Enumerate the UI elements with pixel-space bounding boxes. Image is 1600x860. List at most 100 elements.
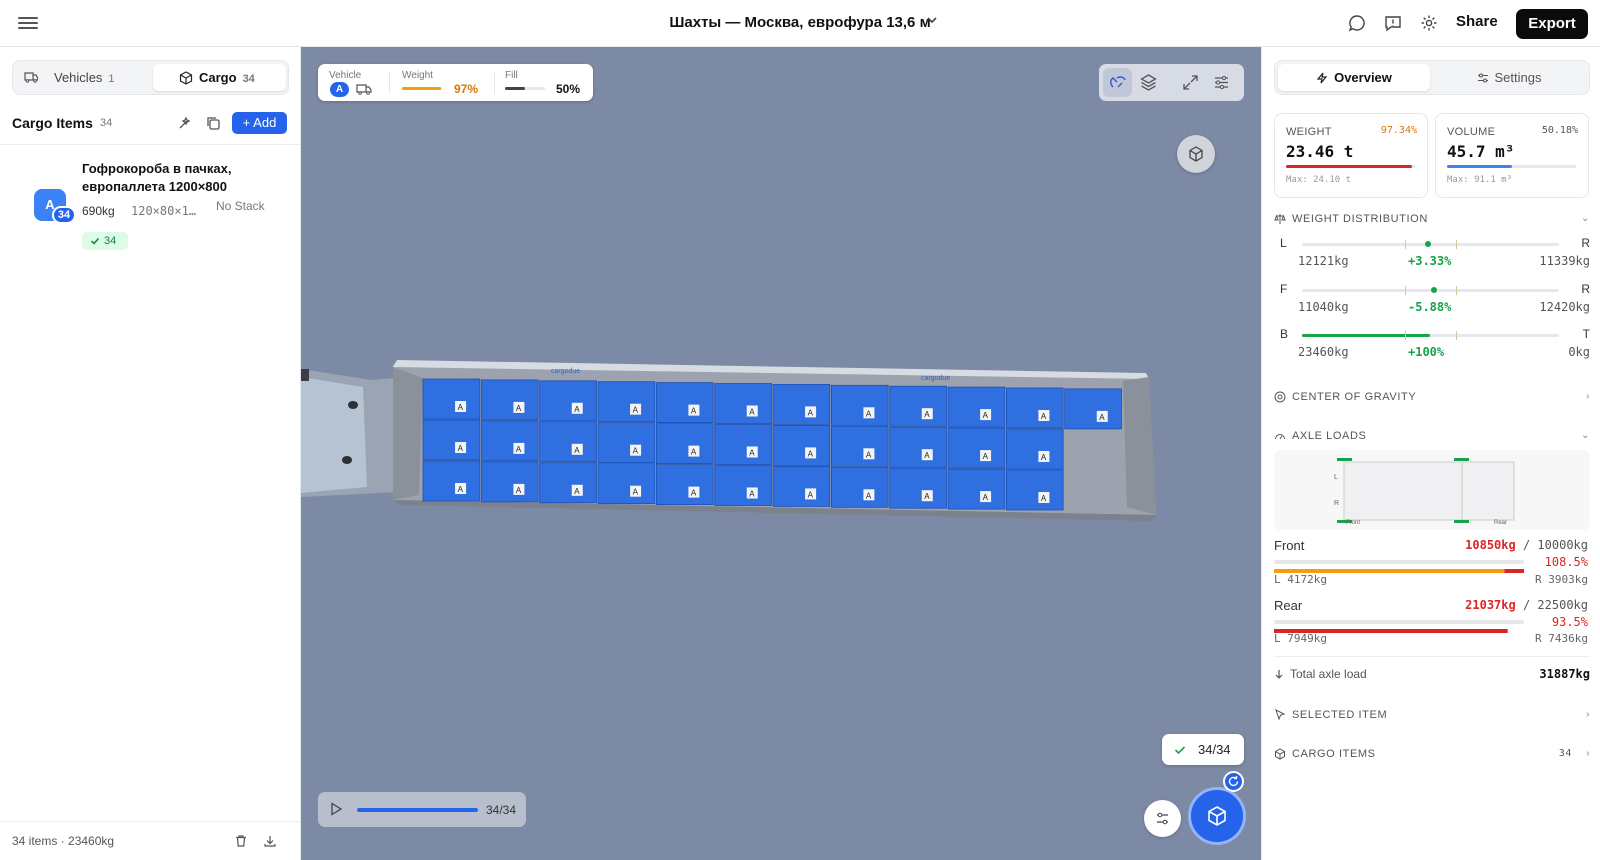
3d-viewport[interactable]: Vehicle A Weight 97% Fill 50% cargodue c… (301, 47, 1261, 860)
tab-overview[interactable]: Overview (1278, 64, 1430, 91)
tab-settings[interactable]: Settings (1433, 64, 1585, 91)
tab-vehicles[interactable]: Vehicles 1 (16, 64, 153, 91)
pallet-box[interactable] (830, 466, 889, 508)
layers-icon[interactable] (1139, 73, 1158, 92)
pallet-label: A (983, 493, 989, 502)
pallet-box[interactable] (480, 461, 539, 503)
download-icon[interactable] (263, 834, 277, 848)
cargo-items-header[interactable]: CARGO ITEMS 34 › (1274, 745, 1590, 763)
filter-button[interactable] (1144, 800, 1181, 837)
pallet-box[interactable] (597, 463, 656, 505)
sliders-icon (1157, 812, 1168, 825)
distribution-right-value: 12420kg (1539, 300, 1590, 314)
pallet-box[interactable] (1064, 388, 1122, 430)
axle-loads-header[interactable]: AXLE LOADS ⌄ (1274, 427, 1590, 445)
tick (1405, 240, 1406, 249)
pallet-label: A (633, 406, 639, 415)
tab-cargo[interactable]: Cargo 34 (153, 64, 286, 91)
pallet-box[interactable] (889, 426, 947, 468)
pallet-box[interactable] (889, 385, 947, 427)
pallet-box[interactable] (830, 384, 889, 426)
pallet-box[interactable] (480, 420, 539, 462)
pallet-box[interactable] (539, 380, 597, 422)
front-axle-max: / 10000kg (1522, 538, 1588, 552)
menu-icon[interactable] (18, 14, 38, 32)
pallet-box[interactable] (772, 425, 831, 466)
add-cargo-button[interactable]: + Add (232, 112, 287, 134)
weight-distribution-header[interactable]: WEIGHT DISTRIBUTION ⌄ (1274, 210, 1590, 228)
pallet-box[interactable] (655, 382, 714, 423)
pallet-box[interactable] (830, 425, 889, 467)
duplicate-icon[interactable] (205, 115, 221, 131)
pallet-box[interactable] (714, 465, 772, 506)
cargo-item-name: Гофрокороба в пачках, европаллета 1200×8… (82, 161, 232, 194)
target-icon (1274, 391, 1286, 403)
gauge-icon (1275, 434, 1285, 440)
pallet-box[interactable] (539, 462, 597, 504)
pallet-box[interactable] (422, 378, 481, 420)
axle-marker (1337, 458, 1352, 461)
brand-text: cargodue (551, 368, 580, 375)
weight-progress-fill (402, 87, 441, 90)
pallet-label: A (1041, 453, 1047, 462)
share-button[interactable]: Share (1456, 13, 1498, 30)
pallet-box[interactable] (1005, 428, 1064, 470)
pallet-box[interactable] (597, 381, 656, 423)
front-axle-bar (1274, 560, 1524, 573)
cube-icon (1189, 146, 1203, 162)
view-cube-button[interactable] (1177, 135, 1215, 173)
pallet-label: A (924, 410, 930, 419)
pack-button[interactable] (1188, 787, 1246, 845)
pallet-box[interactable] (1005, 387, 1064, 429)
pallet-box[interactable] (714, 424, 772, 465)
pallet-box[interactable] (422, 419, 481, 461)
selected-item-header[interactable]: SELECTED ITEM › (1274, 706, 1590, 724)
total-axle-load-row: Total axle load 31887kg (1274, 656, 1590, 686)
cargo-item-dimensions: 120×80×140 (131, 204, 203, 218)
vehicle-badge[interactable]: A (330, 82, 349, 97)
play-icon[interactable] (328, 801, 344, 817)
pallet-box[interactable] (422, 460, 481, 502)
expand-icon[interactable] (1181, 73, 1200, 92)
pallet-box[interactable] (597, 422, 656, 464)
pallet-box[interactable] (655, 423, 714, 464)
pallet-box[interactable] (655, 464, 714, 505)
pallet-box[interactable] (714, 383, 772, 424)
pallet-box[interactable] (539, 421, 597, 463)
pallet-box[interactable] (947, 468, 1006, 510)
pallet-box[interactable] (772, 384, 831, 425)
view-toolbar (1099, 64, 1244, 101)
pallet-label: A (983, 452, 989, 461)
magic-wand-icon[interactable] (177, 115, 193, 131)
refresh-badge[interactable] (1223, 771, 1244, 792)
rear-axle-percent: 93.5% (1551, 615, 1588, 629)
distribution-center-value: +100% (1408, 345, 1445, 359)
gear-icon[interactable] (1420, 14, 1440, 34)
cargo-list-item[interactable]: A 34 Гофрокороба в пачках, европаллета 1… (0, 145, 300, 257)
pallet-box[interactable] (772, 466, 831, 507)
pallet-box[interactable] (889, 467, 947, 509)
weight-card-bar-fill (1286, 165, 1412, 168)
playback-progress[interactable] (357, 808, 478, 812)
feedback-icon[interactable] (1384, 14, 1404, 34)
chevron-down-icon: ⌄ (1581, 213, 1590, 224)
load-stats-chip: Vehicle A Weight 97% Fill 50% (318, 64, 593, 101)
sliders-icon[interactable] (1212, 73, 1231, 92)
document-title[interactable]: Шахты — Москва, еврофура 13,6 м (669, 14, 930, 31)
fill-percent: 50% (556, 82, 581, 96)
trash-icon[interactable] (234, 834, 248, 848)
snap-icon[interactable] (1108, 73, 1127, 92)
truck-3d-scene[interactable]: cargodue cargodue A A A A A A A A A A A A A A A A A A A A A A… (301, 347, 1261, 597)
export-button[interactable]: Export (1516, 9, 1588, 39)
pallet-box[interactable] (480, 379, 539, 421)
pallet-box[interactable] (1005, 469, 1064, 511)
pallet-box[interactable] (947, 386, 1006, 428)
chat-icon[interactable] (1348, 14, 1368, 34)
fill-progress-bar (505, 87, 545, 90)
left-panel: Vehicles 1 Cargo 34 Cargo Items 34 + Add A… (0, 47, 301, 860)
truck-icon (24, 72, 38, 83)
chevron-down-icon[interactable] (926, 14, 938, 29)
center-of-gravity-header[interactable]: CENTER OF GRAVITY › (1274, 388, 1590, 406)
pallet-box[interactable] (947, 427, 1006, 469)
pallet-label: A (691, 448, 697, 457)
